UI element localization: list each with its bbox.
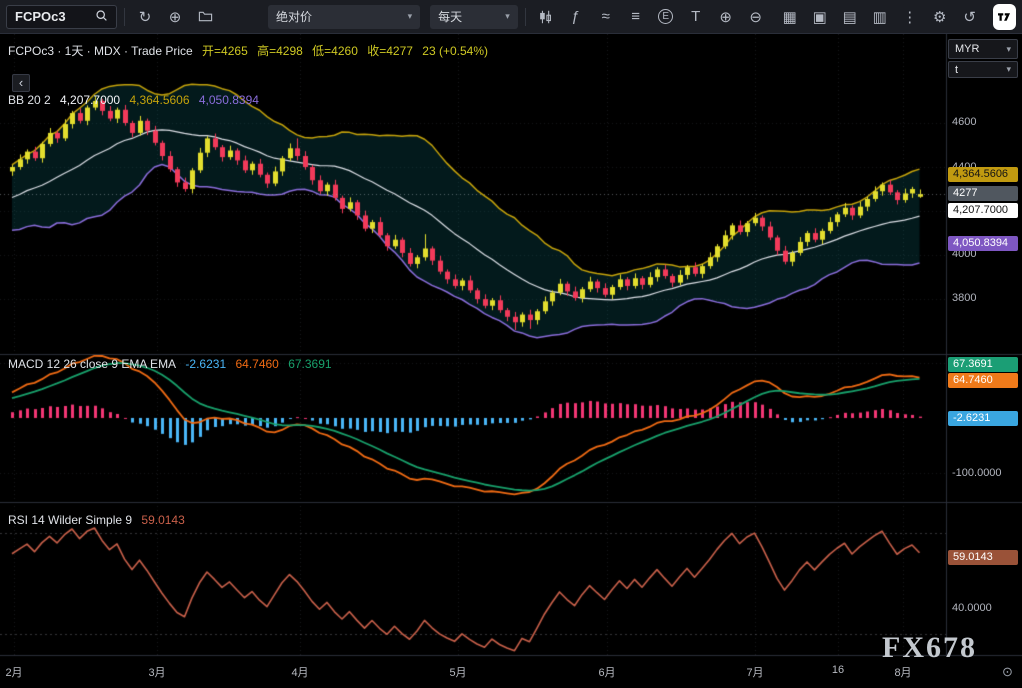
panel-right-icon[interactable]: ▥ xyxy=(867,4,893,30)
zoom-in-icon[interactable]: ⊕ xyxy=(713,4,739,30)
symbol-search-box[interactable]: FCPOc3 xyxy=(6,5,117,29)
search-icon xyxy=(95,9,108,25)
more-options-icon[interactable]: ⋮ xyxy=(897,4,923,30)
screenshot-icon[interactable]: ▣ xyxy=(807,4,833,30)
toolbar-separator xyxy=(525,8,526,26)
chevron-down-icon: ▾ xyxy=(1006,44,1011,55)
macd-legend[interactable]: MACD 12 26 close 9 EMA EMA -2.6231 64.74… xyxy=(8,357,338,371)
bb-upper-value: 4,364.5606 xyxy=(129,93,189,107)
legend-back-button[interactable]: ‹ xyxy=(12,74,30,92)
time-label: 6月 xyxy=(598,664,615,680)
series-title: FCPOc3 · 1天 · MDX · Trade Price xyxy=(8,44,193,58)
templates-icon[interactable]: ≡ xyxy=(623,4,649,30)
change-value: 23 (+0.54%) xyxy=(422,44,488,58)
macd-signal-value: 67.3691 xyxy=(288,357,331,371)
ohlc-open: 开=4265 xyxy=(202,44,248,58)
interval-label: 每天 xyxy=(438,8,462,25)
time-axis[interactable]: 2月 3月 4月 5月 6月 7月 16 8月 ⊙ xyxy=(0,656,1022,688)
bb-upper-badge: 4,364.5606 xyxy=(948,167,1018,182)
macd-hist-badge: -2.6231 xyxy=(948,411,1018,426)
timezone-clock-icon[interactable]: ⊙ xyxy=(1002,664,1013,680)
time-label: 16 xyxy=(832,664,844,676)
macd-line-value: 64.7460 xyxy=(235,357,278,371)
time-label: 7月 xyxy=(746,664,763,680)
bb-basis-value: 4,207.7000 xyxy=(60,93,120,107)
macd-hist-value: -2.6231 xyxy=(185,357,226,371)
unit-label: t xyxy=(955,64,958,76)
currency-dropdown[interactable]: MYR ▾ xyxy=(948,39,1018,59)
panel-top-icon[interactable]: ▤ xyxy=(837,4,863,30)
macd-title: MACD 12 26 close 9 EMA EMA xyxy=(8,357,176,371)
price-mode-label: 绝对价 xyxy=(276,8,312,25)
bb-lower-badge: 4,050.8394 xyxy=(948,236,1018,251)
rsi-legend[interactable]: RSI 14 Wilder Simple 9 59.0143 xyxy=(8,513,191,527)
last-price-badge: 4277 xyxy=(948,186,1018,201)
main-series-legend[interactable]: FCPOc3 · 1天 · MDX · Trade Price 开=4265 高… xyxy=(8,42,494,59)
chart-area: FCPOc3 · 1天 · MDX · Trade Price 开=4265 高… xyxy=(0,34,1022,688)
layout-grid-icon[interactable]: ▦ xyxy=(777,4,803,30)
macd-line-badge: 64.7460 xyxy=(948,373,1018,388)
fx678-watermark: FX678 xyxy=(882,631,977,665)
bb-title: BB 20 2 xyxy=(8,93,51,107)
rsi-title: RSI 14 Wilder Simple 9 xyxy=(8,513,132,527)
currency-label: MYR xyxy=(955,43,979,55)
bb-lower-value: 4,050.8394 xyxy=(199,93,259,107)
tradingview-logo[interactable] xyxy=(993,4,1016,30)
indicators-icon[interactable]: ƒ xyxy=(563,4,589,30)
ohlc-low: 低=4260 xyxy=(312,44,358,58)
chevron-down-icon: ▾ xyxy=(1006,64,1011,75)
economy-badge-icon[interactable]: E xyxy=(653,4,679,30)
time-label: 4月 xyxy=(291,664,308,680)
settings-gear-icon[interactable]: ⚙ xyxy=(927,4,953,30)
unit-dropdown[interactable]: t ▾ xyxy=(948,61,1018,78)
time-label: 5月 xyxy=(449,664,466,680)
trading-app: FCPOc3 ↻ ⊕ 绝对价 ▾ 每天 ▾ ƒ ≈ ≡ E T ⊕ ⊖ xyxy=(0,0,1022,688)
chevron-down-icon: ▾ xyxy=(505,11,510,22)
macd-tick: -100.0000 xyxy=(952,467,1002,479)
rsi-tick: 40.0000 xyxy=(952,602,992,614)
interval-dropdown[interactable]: 每天 ▾ xyxy=(430,5,518,29)
bb-legend[interactable]: BB 20 2 4,207.7000 4,364.5606 4,050.8394 xyxy=(8,93,265,107)
time-label: 3月 xyxy=(148,664,165,680)
folder-icon[interactable] xyxy=(192,4,218,30)
top-toolbar: FCPOc3 ↻ ⊕ 绝对价 ▾ 每天 ▾ ƒ ≈ ≡ E T ⊕ ⊖ xyxy=(0,0,1022,34)
rsi-badge: 59.0143 xyxy=(948,550,1018,565)
price-mode-dropdown[interactable]: 绝对价 ▾ xyxy=(268,5,420,29)
text-tool-icon[interactable]: T xyxy=(683,4,709,30)
toolbar-separator xyxy=(124,8,125,26)
bar-replay-icon[interactable]: ↻ xyxy=(132,4,158,30)
undo-icon[interactable]: ↺ xyxy=(957,4,983,30)
compare-icon[interactable]: ≈ xyxy=(593,4,619,30)
rsi-value: 59.0143 xyxy=(141,513,184,527)
bb-basis-badge: 4,207.7000 xyxy=(948,203,1018,218)
chart-style-icon[interactable] xyxy=(533,4,559,30)
zoom-out-icon[interactable]: ⊖ xyxy=(743,4,769,30)
price-tick: 3800 xyxy=(952,292,976,304)
symbol-label: FCPOc3 xyxy=(15,9,66,24)
time-label: 2月 xyxy=(5,664,22,680)
chevron-down-icon: ▾ xyxy=(408,11,413,22)
compare-add-icon[interactable]: ⊕ xyxy=(162,4,188,30)
price-tick: 4600 xyxy=(952,116,976,128)
ohlc-high: 高=4298 xyxy=(257,44,303,58)
macd-signal-badge: 67.3691 xyxy=(948,357,1018,372)
ohlc-close: 收=4277 xyxy=(367,44,413,58)
time-label: 8月 xyxy=(894,664,911,680)
